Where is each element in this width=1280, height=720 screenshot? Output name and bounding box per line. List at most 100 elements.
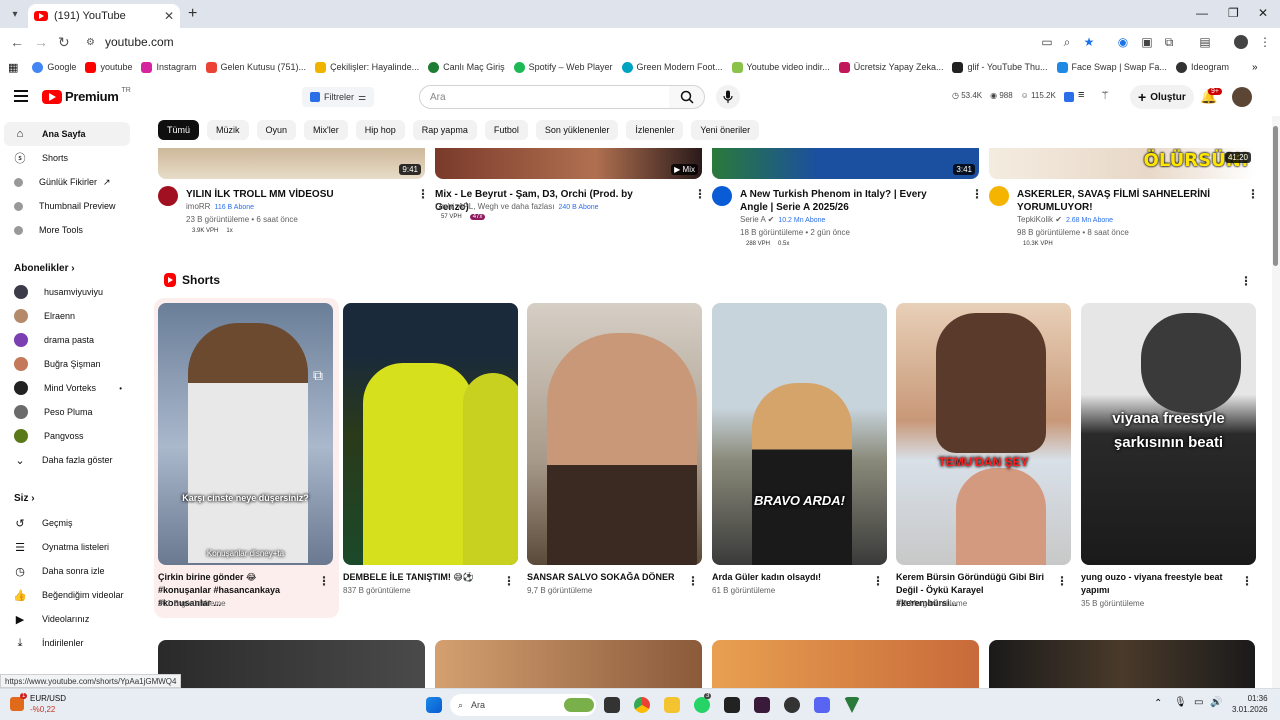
chip[interactable]: Oyun	[256, 120, 297, 140]
chrome-taskbar-icon[interactable]	[634, 697, 650, 713]
video-menu-icon[interactable]: ⋮	[694, 187, 706, 201]
bookmark[interactable]: Face Swap | Swap Fa...	[1056, 61, 1167, 73]
extension-icon[interactable]: ◉	[1116, 35, 1130, 49]
list-icon[interactable]: ≡	[1078, 89, 1084, 101]
bookmark[interactable]: Canlı Maç Giriş	[428, 61, 505, 73]
capcut-icon[interactable]	[724, 697, 740, 713]
video-thumbnail[interactable]: ▶ Mix	[435, 148, 702, 179]
minimize-icon[interactable]: —	[1196, 6, 1208, 20]
sidebar-sub-item[interactable]: Peso Pluma	[4, 400, 130, 424]
browser-tab[interactable]: (191) YouTube ✕	[28, 4, 180, 28]
vidiq-icon[interactable]	[1064, 92, 1074, 102]
video-thumbnail[interactable]	[989, 640, 1255, 688]
tray-chevron-icon[interactable]: ⌃	[1154, 698, 1162, 709]
bookmark[interactable]: Gelen Kutusu (751)...	[205, 61, 306, 73]
chip[interactable]: Mix'ler	[304, 120, 348, 140]
bookmark[interactable]: Spotify – Web Player	[513, 61, 613, 73]
weather-widget-icon[interactable]	[10, 697, 24, 711]
sidebar-sub-item[interactable]: Buğra Şişman	[4, 352, 130, 376]
short-thumbnail[interactable]: BRAVO ARDA!	[712, 303, 887, 565]
channel-avatar[interactable]	[989, 186, 1009, 206]
maximize-icon[interactable]: ❐	[1228, 6, 1239, 20]
sidebar-item-downloads[interactable]: ⤓ İndirilenler	[4, 631, 130, 655]
sidebar-sub-item[interactable]: drama pasta	[4, 328, 130, 352]
extensions-puzzle-icon[interactable]: ⧉	[1162, 35, 1176, 49]
short-thumbnail[interactable]: ⧉ Karşı cinste neye düşersiniz? Konuşanl…	[158, 303, 333, 565]
chip[interactable]: Tümü	[158, 120, 200, 140]
sidebar-item-your-videos[interactable]: ▶ Videolarınız	[4, 607, 130, 631]
install-app-icon[interactable]: ▭	[1040, 35, 1054, 49]
channel-name[interactable]: imoRR	[186, 202, 210, 211]
tab-search-chevron-icon[interactable]: ▾	[6, 5, 24, 23]
bookmark[interactable]: Ideogram	[1175, 61, 1229, 73]
you-header[interactable]: Siz ›	[14, 493, 35, 504]
reload-icon[interactable]: ↻	[58, 34, 70, 51]
microphone-tray-icon[interactable]: 🎙	[1174, 697, 1187, 708]
video-thumbnail[interactable]	[435, 640, 702, 688]
video-thumbnail[interactable]	[158, 640, 425, 688]
bookmark-star-icon[interactable]: ★	[1082, 35, 1096, 49]
bookmark[interactable]: glif - YouTube Thu...	[952, 61, 1048, 73]
editor-app-icon[interactable]	[754, 697, 770, 713]
chip[interactable]: Son yüklenenler	[535, 120, 619, 140]
omnibox[interactable]: ⚙ youtube.com	[80, 31, 1094, 53]
video-menu-icon[interactable]: ⋮	[971, 187, 983, 201]
short-thumbnail[interactable]	[527, 303, 702, 565]
video-title[interactable]: A New Turkish Phenom in Italy? | Every A…	[740, 188, 950, 214]
short-menu-icon[interactable]: ⋮	[503, 574, 515, 588]
clock[interactable]: 01:36 3.01.2026	[1232, 693, 1268, 715]
chip[interactable]: Yeni öneriler	[691, 120, 760, 140]
sidebar-sub-item[interactable]: Pangvoss	[4, 424, 130, 448]
video-thumbnail[interactable]: ÖLÜRSÜN! 41:20	[989, 148, 1255, 179]
video-menu-icon[interactable]: ⋮	[1247, 187, 1259, 201]
shorts-menu-icon[interactable]: ⋮	[1240, 274, 1252, 288]
short-title[interactable]: Arda Güler kadın olsaydı!	[712, 571, 862, 584]
channel-avatar[interactable]	[158, 186, 178, 206]
bookmark[interactable]: Green Modern Foot...	[621, 61, 723, 73]
add-to-queue-icon[interactable]: ⧉	[313, 367, 323, 384]
bookmark[interactable]: Google	[32, 61, 76, 73]
short-thumbnail[interactable]: viyana freestyle şarkısının beati	[1081, 303, 1256, 565]
sidebar-item-watch-later[interactable]: ◷ Daha sonra izle	[4, 559, 130, 583]
short-title[interactable]: yung ouzo - viyana freestyle beat yapımı	[1081, 571, 1231, 597]
tab-close-icon[interactable]: ✕	[164, 9, 174, 23]
chip[interactable]: Rap yapma	[412, 120, 477, 140]
taskbar-search[interactable]: ⌕ Ara	[450, 694, 596, 716]
menu-hamburger-icon[interactable]	[14, 90, 28, 102]
account-avatar[interactable]	[1232, 87, 1252, 107]
channel-avatar[interactable]	[712, 186, 732, 206]
network-icon[interactable]: ▭	[1194, 697, 1203, 708]
bookmark[interactable]: youtube	[85, 61, 132, 73]
vector-app-icon[interactable]	[844, 697, 860, 713]
channel-name[interactable]: Orchi, APL, Wegh ve daha fazlası	[435, 202, 554, 211]
short-thumbnail[interactable]: TEMU'DAN ŞEY	[896, 303, 1071, 565]
create-button[interactable]: + Oluştur	[1130, 85, 1194, 109]
sidebar-item-more-tools[interactable]: More Tools	[4, 218, 130, 242]
close-window-icon[interactable]: ✕	[1258, 6, 1268, 20]
new-tab-icon[interactable]: +	[188, 5, 197, 23]
bookmark[interactable]: Çekilişler: Hayalinde...	[315, 61, 419, 73]
app-icon[interactable]	[784, 697, 800, 713]
whatsapp-icon[interactable]	[694, 697, 710, 713]
show-more-button[interactable]: ⌄ Daha fazla göster	[4, 448, 130, 472]
sidebar-item-thumbnail-preview[interactable]: Thumbnail Preview	[4, 194, 130, 218]
sidebar-sub-item[interactable]: Mind Vorteks •	[4, 376, 130, 400]
file-explorer-icon[interactable]	[664, 697, 680, 713]
chrome-menu-icon[interactable]: ⋮	[1258, 35, 1272, 49]
apps-grid-icon[interactable]: ▦	[8, 61, 18, 74]
zoom-icon[interactable]: ⌕	[1060, 35, 1074, 49]
short-title[interactable]: SANSAR SALVO SOKAĞA DÖNER	[527, 571, 677, 584]
sidebar-item-history[interactable]: ↺ Geçmiş	[4, 511, 130, 535]
sidebar-sub-item[interactable]: husamviyuviyu	[4, 280, 130, 304]
bookmark[interactable]: Youtube video indir...	[731, 61, 830, 73]
site-info-icon[interactable]: ⚙	[86, 37, 95, 48]
windows-start-icon[interactable]	[426, 697, 442, 713]
search-input[interactable]: Ara	[419, 85, 670, 109]
page-scrollbar-thumb[interactable]	[1273, 126, 1278, 266]
profile-avatar[interactable]	[1234, 35, 1248, 49]
chip[interactable]: Futbol	[484, 120, 528, 140]
voice-search-button[interactable]	[716, 85, 740, 109]
sidebar-item-home[interactable]: ⌂ Ana Sayfa	[4, 122, 130, 146]
short-menu-icon[interactable]: ⋮	[1241, 574, 1253, 588]
sidebar-item-playlists[interactable]: ☰ Oynatma listeleri	[4, 535, 130, 559]
